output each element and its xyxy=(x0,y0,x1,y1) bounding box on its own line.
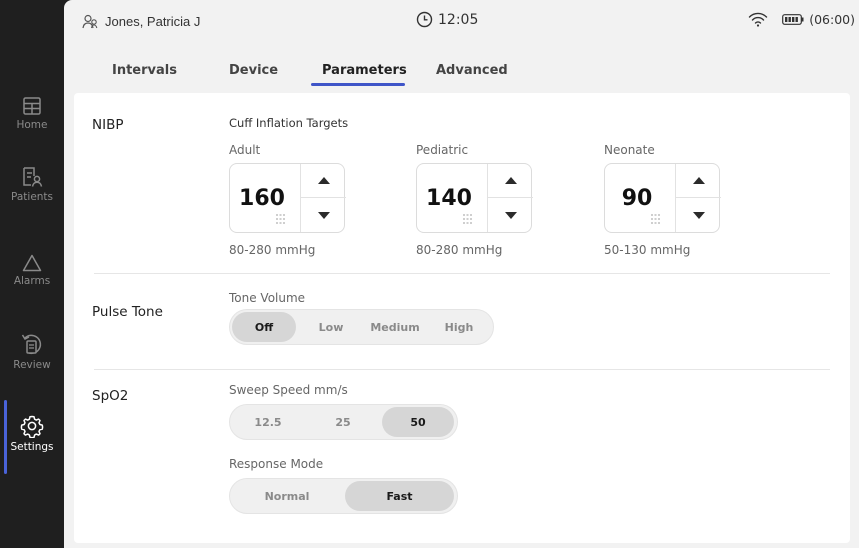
neonate-label: Neonate xyxy=(604,143,655,157)
sweep-option-12-5[interactable]: 12.5 xyxy=(232,407,304,437)
adult-increment-button[interactable] xyxy=(301,164,346,198)
arrow-down-icon xyxy=(317,211,330,219)
adult-stepper: 160 xyxy=(229,163,346,233)
sweep-speed-selector: 12.5 25 50 xyxy=(229,404,458,440)
sidebar-item-label: Review xyxy=(13,359,51,371)
home-icon xyxy=(23,97,41,115)
status-area: (06:00) xyxy=(748,12,855,27)
clock-time: 12:05 xyxy=(438,11,479,28)
patients-icon xyxy=(23,167,43,187)
spo2-section-title: SpO2 xyxy=(92,388,129,404)
sidebar-item-label: Settings xyxy=(10,441,54,453)
arrow-up-icon xyxy=(692,177,705,184)
sidebar-item-label: Alarms xyxy=(13,275,51,287)
sidebar-item-alarms[interactable]: Alarms xyxy=(0,254,64,287)
adult-label: Adult xyxy=(229,143,261,157)
section-divider xyxy=(94,273,830,274)
battery-time: (06:00) xyxy=(809,12,855,27)
arrow-up-icon xyxy=(504,177,517,184)
pediatric-range: 80-280 mmHg xyxy=(416,243,503,257)
patient-name: Jones, Patricia J xyxy=(105,14,201,29)
sidebar-item-settings[interactable]: Settings xyxy=(0,400,64,474)
arrow-down-icon xyxy=(692,211,705,219)
response-option-fast[interactable]: Fast xyxy=(345,481,454,511)
pulse-tone-section-title: Pulse Tone xyxy=(92,304,163,320)
pediatric-decrement-button[interactable] xyxy=(488,198,533,232)
patient-selector[interactable]: Jones, Patricia J xyxy=(82,14,200,29)
sidebar-item-home[interactable]: Home xyxy=(0,96,64,131)
pediatric-stepper: 140 xyxy=(416,163,533,233)
keypad-icon xyxy=(463,214,472,224)
arrow-up-icon xyxy=(317,177,330,184)
arrow-down-icon xyxy=(504,211,517,219)
response-mode-label: Response Mode xyxy=(229,457,324,471)
tab-device[interactable]: Device xyxy=(229,63,278,78)
sidebar-item-patients[interactable]: Patients xyxy=(0,166,64,203)
tab-intervals[interactable]: Intervals xyxy=(112,63,177,78)
neonate-range: 50-130 mmHg xyxy=(604,243,691,257)
battery-icon xyxy=(782,14,804,25)
main-panel: Jones, Patricia J 12:05 (06:00) Interval… xyxy=(64,0,859,548)
top-bar: Jones, Patricia J 12:05 (06:00) xyxy=(64,0,859,50)
neonate-increment-button[interactable] xyxy=(676,164,721,198)
response-mode-selector: Normal Fast xyxy=(229,478,458,514)
tone-option-medium[interactable]: Medium xyxy=(364,312,426,342)
neonate-stepper: 90 xyxy=(604,163,721,233)
neonate-decrement-button[interactable] xyxy=(676,198,721,232)
tone-volume-selector: Off Low Medium High xyxy=(229,309,494,345)
sidebar-item-label: Home xyxy=(16,119,48,131)
tab-bar: Intervals Device Parameters Advanced xyxy=(74,50,850,90)
active-indicator xyxy=(4,400,7,474)
pediatric-label: Pediatric xyxy=(416,143,469,157)
cuff-inflation-label: Cuff Inflation Targets xyxy=(229,116,349,130)
response-option-normal[interactable]: Normal xyxy=(232,481,342,511)
tone-volume-label: Tone Volume xyxy=(229,291,306,305)
sidebar-item-label: Patients xyxy=(10,191,54,203)
alarm-icon xyxy=(22,254,42,272)
settings-content: NIBP Cuff Inflation Targets Adult 160 80… xyxy=(74,93,850,543)
sweep-option-50[interactable]: 50 xyxy=(382,407,454,437)
keypad-icon xyxy=(276,214,285,224)
nibp-section-title: NIBP xyxy=(92,117,124,133)
tab-parameters[interactable]: Parameters xyxy=(322,63,407,78)
tab-active-underline xyxy=(311,83,405,86)
gear-icon xyxy=(20,415,44,438)
section-divider xyxy=(94,369,830,370)
tone-option-off[interactable]: Off xyxy=(232,312,296,342)
pediatric-increment-button[interactable] xyxy=(488,164,533,198)
sweep-option-25[interactable]: 25 xyxy=(307,407,379,437)
patient-icon xyxy=(82,14,98,29)
tab-advanced[interactable]: Advanced xyxy=(436,63,508,78)
wifi-icon xyxy=(749,12,768,27)
sidebar-item-review[interactable]: Review xyxy=(0,332,64,371)
clock: 12:05 xyxy=(416,11,478,28)
tone-option-high[interactable]: High xyxy=(428,312,490,342)
sweep-speed-label: Sweep Speed mm/s xyxy=(229,383,348,397)
clock-icon xyxy=(416,11,433,28)
keypad-icon xyxy=(651,214,660,224)
adult-range: 80-280 mmHg xyxy=(229,243,316,257)
review-icon xyxy=(21,334,42,355)
sidebar: Home Patients Alarms Review Settings xyxy=(0,0,64,548)
adult-decrement-button[interactable] xyxy=(301,198,346,232)
tone-option-low[interactable]: Low xyxy=(300,312,362,342)
